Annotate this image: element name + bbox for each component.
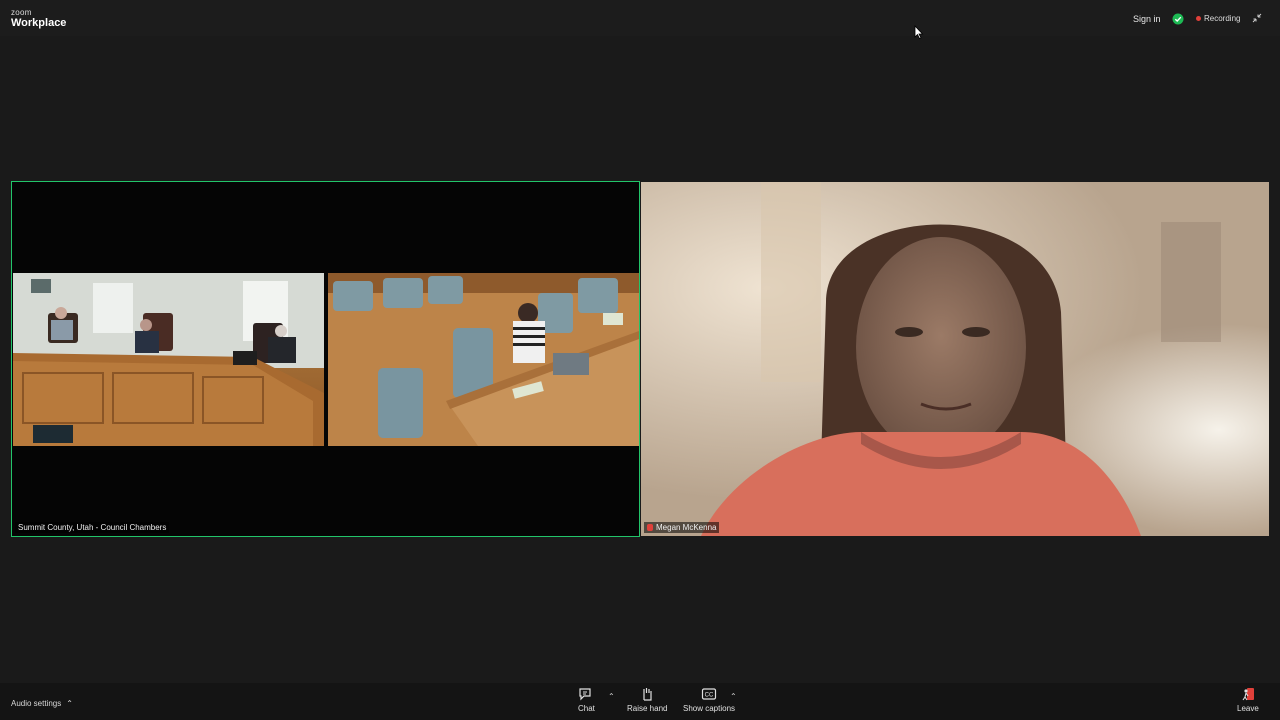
audio-settings-button[interactable]: Audio settings ⌃	[11, 699, 73, 708]
show-captions-button[interactable]: CC Show captions	[683, 687, 735, 713]
chamber-floor-scene	[328, 273, 639, 446]
participant-name-council: Summit County, Utah - Council Chambers	[15, 522, 170, 533]
video-tile-megan-mckenna[interactable]: Megan McKenna	[641, 182, 1269, 536]
chat-label: Chat	[578, 704, 595, 713]
recording-indicator[interactable]: Recording	[1196, 14, 1240, 23]
leave-label: Leave	[1237, 704, 1259, 713]
chat-icon	[579, 688, 592, 701]
captions-icon: CC	[701, 688, 717, 700]
show-captions-label: Show captions	[683, 704, 736, 713]
shield-check-icon[interactable]	[1172, 13, 1184, 25]
muted-mic-icon	[647, 524, 653, 531]
chevron-up-icon[interactable]: ⌃	[608, 692, 615, 701]
brand-name: Workplace	[11, 17, 67, 29]
participant-name-megan-tag: Megan McKenna	[644, 522, 720, 533]
participant-video-megan	[641, 182, 1269, 536]
chevron-up-icon[interactable]: ⌃	[730, 692, 737, 701]
video-tile-council-chambers[interactable]: Summit County, Utah - Council Chambers	[11, 181, 640, 537]
leave-button[interactable]: Leave	[1237, 687, 1259, 713]
audio-settings-label: Audio settings	[11, 699, 62, 708]
recording-dot-icon	[1196, 16, 1201, 21]
participant-name-megan: Megan McKenna	[656, 523, 717, 532]
sign-in-link[interactable]: Sign in	[1133, 14, 1161, 24]
chamber-camera-view-1	[13, 273, 324, 446]
raise-hand-icon	[643, 688, 652, 701]
chat-button[interactable]: Chat	[578, 687, 595, 713]
exit-fullscreen-icon[interactable]	[1251, 12, 1263, 24]
recording-label: Recording	[1204, 14, 1241, 23]
chamber-camera-view-2	[328, 273, 639, 446]
meeting-toolbar: Audio settings ⌃ Chat ⌃ Raise hand CC Sh…	[0, 683, 1280, 720]
raise-hand-button[interactable]: Raise hand	[627, 687, 667, 713]
chevron-up-icon: ⌃	[66, 699, 73, 708]
svg-text:CC: CC	[705, 693, 714, 699]
raise-hand-label: Raise hand	[627, 704, 668, 713]
mouse-cursor-icon	[914, 25, 924, 39]
app-logo: zoom Workplace	[11, 9, 66, 29]
leave-icon	[1242, 688, 1254, 701]
chamber-dais-scene	[13, 273, 324, 446]
brand-small: zoom	[11, 8, 32, 17]
top-bar: zoom Workplace Sign in Recording	[0, 0, 1280, 36]
